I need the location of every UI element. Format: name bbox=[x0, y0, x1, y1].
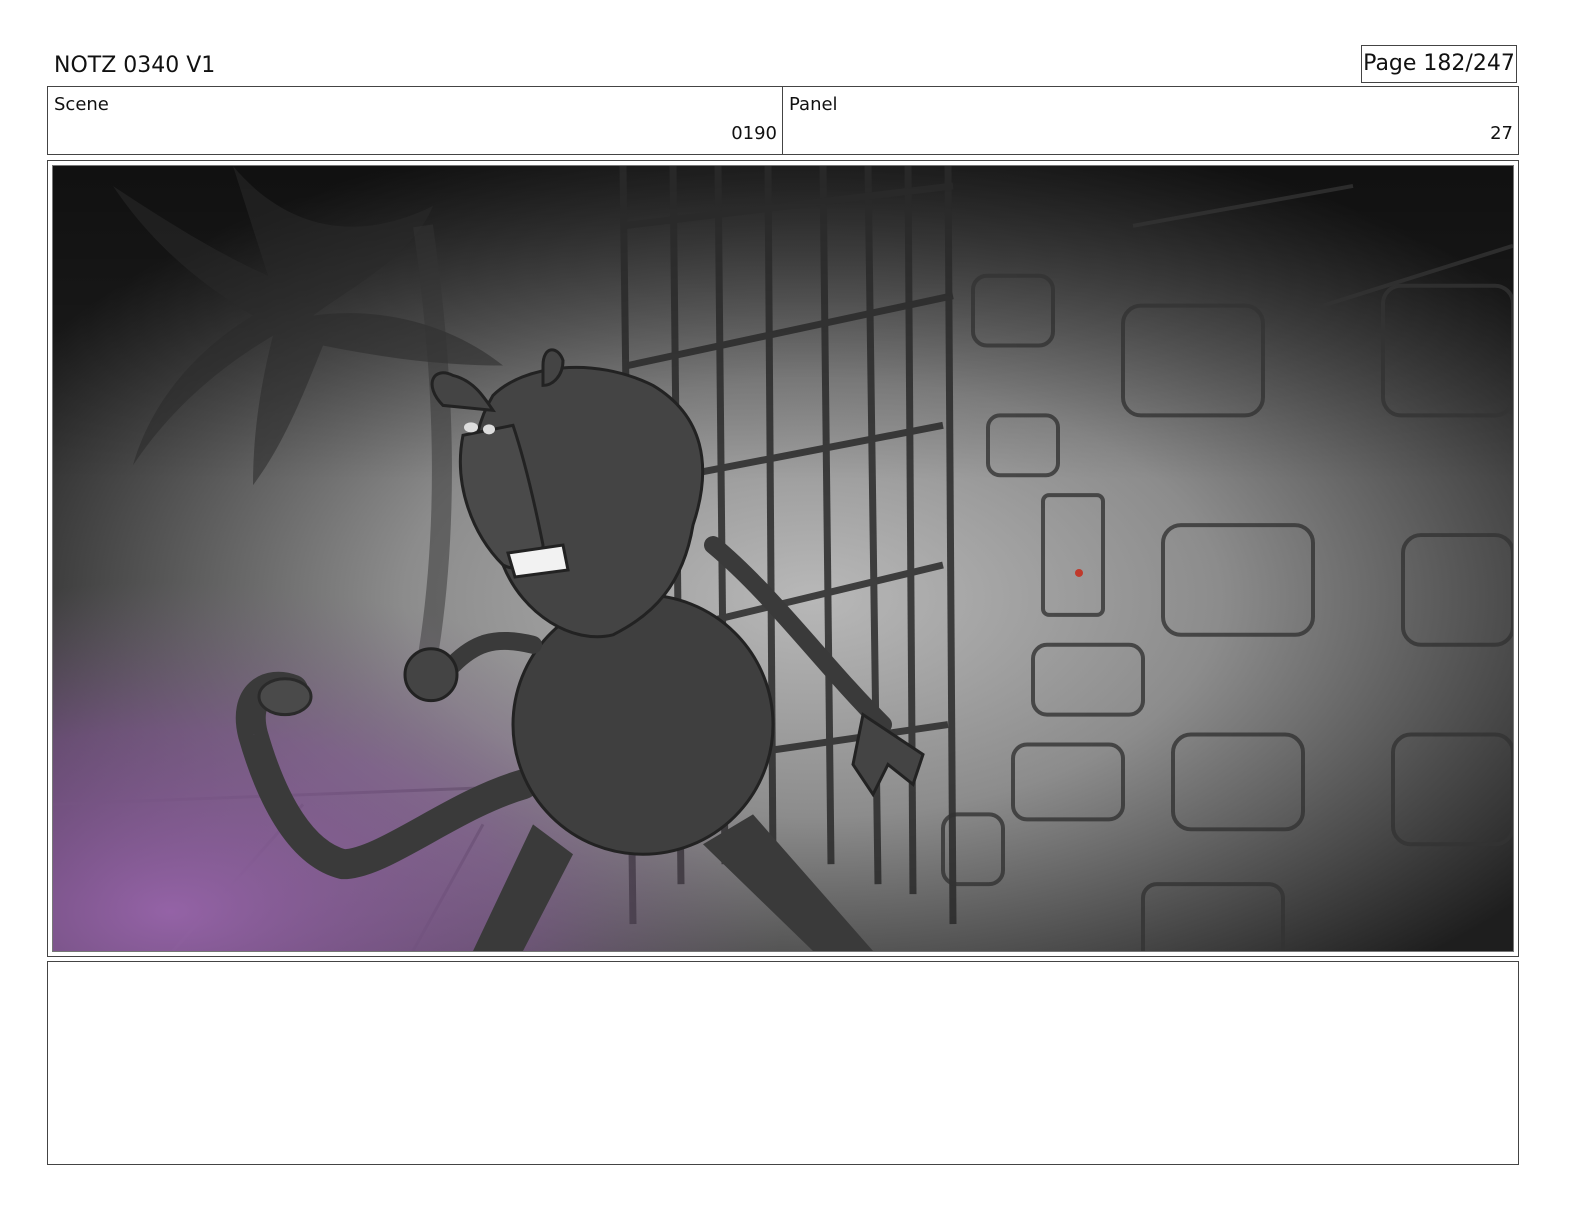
scene-number: 0190 bbox=[731, 123, 777, 144]
character-body bbox=[511, 593, 775, 856]
scene-panel-info-row: Scene 0190 Panel 27 bbox=[47, 86, 1519, 155]
page-number-box: Page 182/247 bbox=[1361, 45, 1517, 83]
panel-image-frame bbox=[47, 160, 1519, 957]
character-fist bbox=[403, 647, 459, 703]
panel-number: 27 bbox=[1490, 123, 1513, 144]
panel-image bbox=[52, 165, 1514, 952]
document-title: NOTZ 0340 V1 bbox=[54, 53, 216, 78]
panel-cell: Panel 27 bbox=[783, 87, 1518, 154]
purple-glow bbox=[53, 166, 1513, 951]
scene-label: Scene bbox=[54, 94, 109, 115]
scene-cell: Scene 0190 bbox=[48, 87, 783, 154]
storyboard-sketch bbox=[53, 166, 1513, 951]
panel-notes-box bbox=[47, 961, 1519, 1165]
character-eye-left bbox=[464, 422, 478, 433]
tail-tip bbox=[257, 677, 313, 717]
panel-label: Panel bbox=[789, 94, 838, 115]
character-eye-right bbox=[483, 424, 495, 435]
